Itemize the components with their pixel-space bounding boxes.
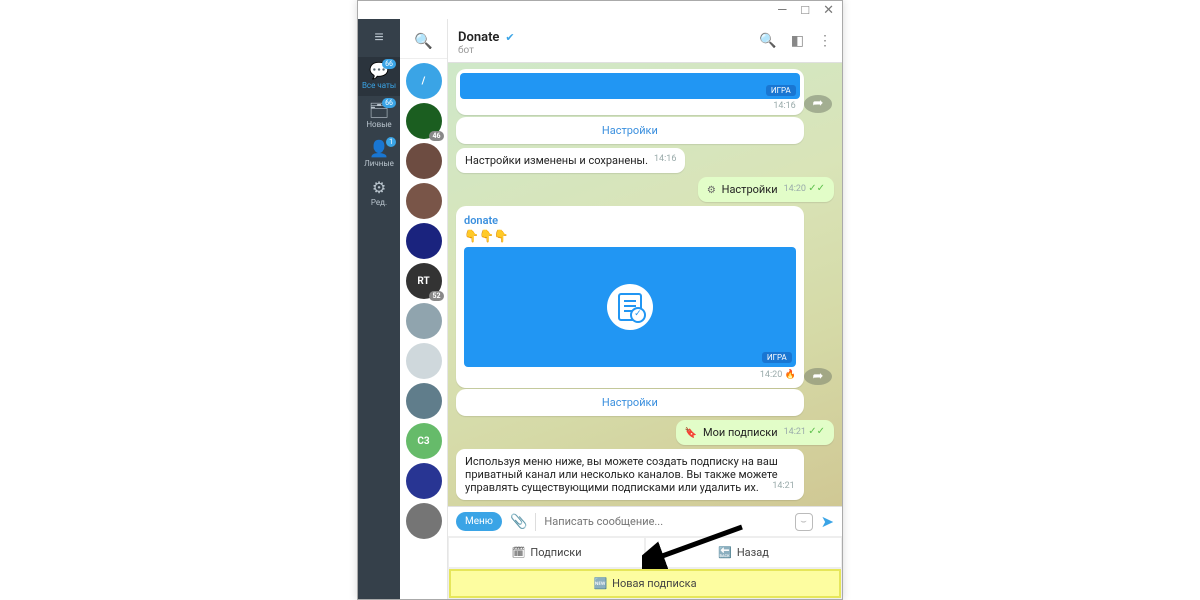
inline-button-settings[interactable]: Настройки <box>456 389 804 416</box>
search-in-chat-icon[interactable]: 🔍 <box>759 33 776 49</box>
message-text: Настройки изменены и сохранены. <box>465 154 648 167</box>
user-message[interactable]: 🔖 Мои подписки 14:21 ✓✓ <box>676 420 834 445</box>
chat-title[interactable]: Donate <box>458 30 499 45</box>
chat-avatar[interactable] <box>406 343 442 379</box>
bookmark-icon: 🔖 <box>685 428 697 439</box>
message-time: 14:21 <box>772 481 794 491</box>
folder-new[interactable]: 🗂 66 Новые <box>358 96 400 135</box>
chat-avatar[interactable]: 46 <box>406 103 442 139</box>
message-text: Используя меню ниже, вы можете создать п… <box>465 455 778 494</box>
folder-label: Все чаты <box>362 81 396 90</box>
message-text: Настройки <box>722 183 778 196</box>
kb-back-button[interactable]: 🔙 Назад <box>645 537 842 568</box>
button-label: Подписки <box>530 546 581 559</box>
message-input-bar: Меню 📎 ⌣ ➤ <box>448 506 842 536</box>
chat-avatar[interactable]: RT52 <box>406 263 442 299</box>
read-ticks-icon: ✓✓ <box>808 426 825 437</box>
kb-new-subscription-button[interactable]: 🆕 Новая подписка <box>448 568 842 599</box>
maximize-button[interactable]: □ <box>801 2 809 18</box>
sliders-icon: ⚙ <box>358 180 400 196</box>
verified-icon: ✔ <box>505 31 514 44</box>
message-time: 14:20 <box>784 184 806 194</box>
kb-subscriptions-button[interactable]: 🗓 Подписки <box>448 537 645 568</box>
chat-panel: Donate ✔ бот 🔍 ◧ ⋮ ИГРА 14:16 ➦ Настройк… <box>448 19 842 599</box>
message-input[interactable] <box>544 515 786 528</box>
reply-keyboard: 🗓 Подписки 🔙 Назад 🆕 Новая подписка <box>448 536 842 599</box>
unread-badge: 46 <box>429 131 443 141</box>
folder-label: Личные <box>364 159 394 168</box>
inline-button-settings[interactable]: Настройки <box>456 117 804 144</box>
user-message[interactable]: ⚙ Настройки 14:20 ✓✓ <box>698 177 834 202</box>
button-label: Новая подписка <box>612 577 696 590</box>
card-title: donate <box>464 214 796 227</box>
chat-avatar[interactable]: С3 <box>406 423 442 459</box>
unread-badge: 52 <box>429 291 443 301</box>
gear-icon: ⚙ <box>707 185 716 196</box>
message-time: 14:20 <box>760 370 782 380</box>
telegram-window: — □ ✕ ≡ 💬 66 Все чаты 🗂 66 Новые 👤 1 Лич… <box>357 0 843 600</box>
new-badge-icon: 🆕 <box>593 577 607 590</box>
badge: 66 <box>382 98 396 108</box>
message-time: 14:16 <box>773 101 795 111</box>
menu-button[interactable]: Меню <box>456 512 502 531</box>
chat-subtitle: бот <box>458 45 745 56</box>
badge: 1 <box>386 137 396 147</box>
folder-label: Ред. <box>371 198 387 207</box>
chat-avatar[interactable] <box>406 503 442 539</box>
bot-message-card[interactable]: donate 👇👇👇 ИГРА 14:20 🔥 <box>456 206 804 388</box>
folder-sidebar: ≡ 💬 66 Все чаты 🗂 66 Новые 👤 1 Личные ⚙ … <box>358 19 400 599</box>
search-icon[interactable]: 🔍 <box>414 32 433 50</box>
minimize-button[interactable]: — <box>777 3 787 18</box>
document-check-icon <box>618 293 642 321</box>
sidebar-toggle-icon[interactable]: ◧ <box>791 33 804 49</box>
hamburger-menu[interactable]: ≡ <box>358 19 400 57</box>
calendar-icon: 🗓 <box>511 546 525 559</box>
game-tag: ИГРА <box>762 352 792 363</box>
chat-avatar[interactable] <box>406 303 442 339</box>
chat-avatar-active[interactable]: / <box>406 63 442 99</box>
attach-icon[interactable]: 📎 <box>510 514 527 530</box>
button-label: Назад <box>737 546 769 559</box>
folder-personal[interactable]: 👤 1 Личные <box>358 135 400 174</box>
window-controls: — □ ✕ <box>358 1 842 19</box>
card-banner: ИГРА <box>464 247 796 367</box>
emoji-picker-icon[interactable]: ⌣ <box>795 513 813 531</box>
forward-button[interactable]: ➦ <box>804 95 832 113</box>
flame-icon: 🔥 <box>785 370 796 380</box>
folder-all-chats[interactable]: 💬 66 Все чаты <box>358 57 400 96</box>
chat-avatar[interactable] <box>406 223 442 259</box>
message-text: Мои подписки <box>703 426 778 439</box>
bot-message[interactable]: Используя меню ниже, вы можете создать п… <box>456 449 804 500</box>
card-emojis: 👇👇👇 <box>464 229 796 243</box>
bot-message-card-top[interactable]: ИГРА 14:16 <box>456 69 804 115</box>
bot-message[interactable]: Настройки изменены и сохранены. 14:16 <box>456 148 685 173</box>
chat-list: 🔍 / 46 RT52 С3 <box>400 19 448 599</box>
folder-label: Новые <box>366 120 391 129</box>
game-tag: ИГРА <box>766 85 796 96</box>
chat-avatar[interactable] <box>406 143 442 179</box>
chat-avatar[interactable] <box>406 463 442 499</box>
chat-header: Donate ✔ бот 🔍 ◧ ⋮ <box>448 19 842 63</box>
messages-area[interactable]: ИГРА 14:16 ➦ Настройки Настройки изменен… <box>448 63 842 506</box>
message-time: 14:16 <box>654 154 676 164</box>
send-button[interactable]: ➤ <box>821 512 834 531</box>
read-ticks-icon: ✓✓ <box>808 183 825 194</box>
close-button[interactable]: ✕ <box>823 3 834 18</box>
more-icon[interactable]: ⋮ <box>818 33 832 49</box>
message-time: 14:21 <box>784 427 806 437</box>
chat-avatar[interactable] <box>406 183 442 219</box>
back-icon: 🔙 <box>718 546 732 559</box>
badge: 66 <box>382 59 396 69</box>
forward-button[interactable]: ➦ <box>804 368 832 386</box>
chat-avatar[interactable] <box>406 383 442 419</box>
folder-edit[interactable]: ⚙ Ред. <box>358 174 400 213</box>
